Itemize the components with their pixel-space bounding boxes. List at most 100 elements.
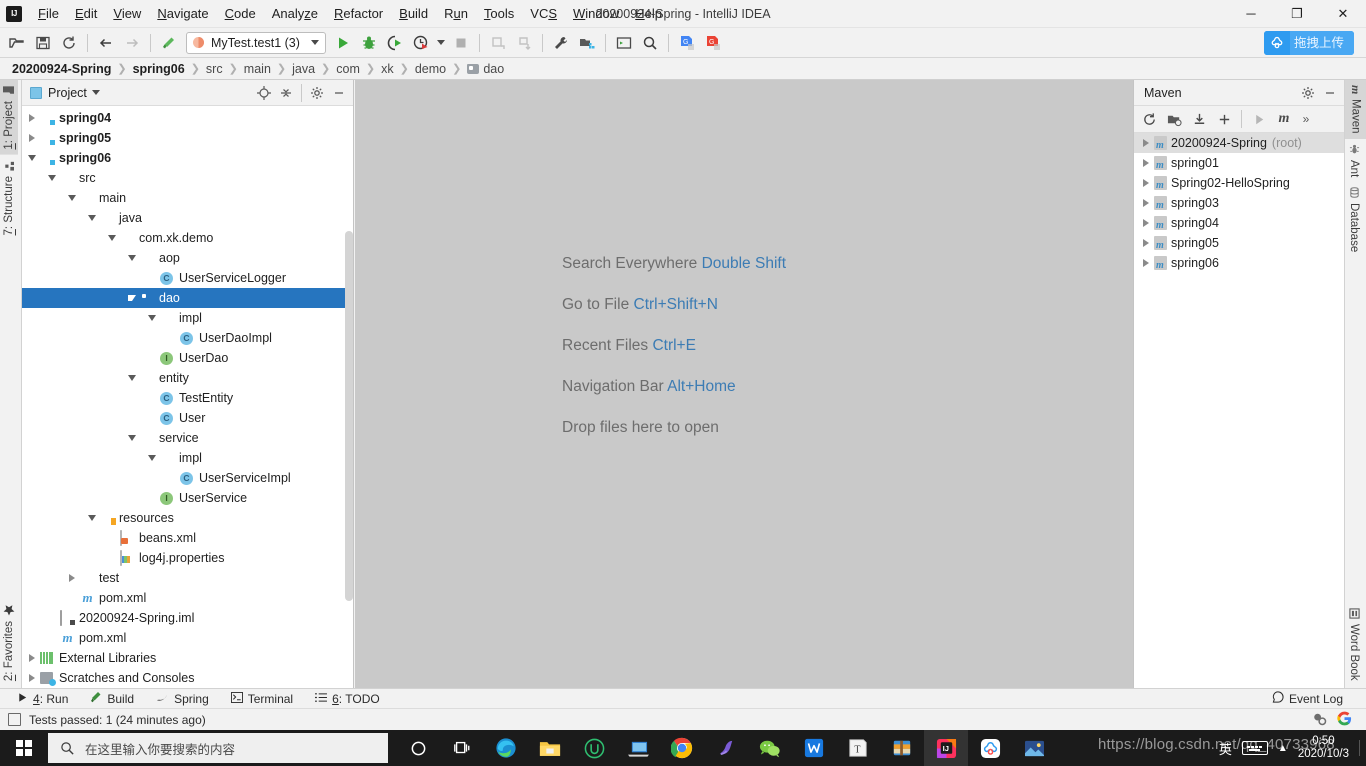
sidebar-item-database[interactable]: Database xyxy=(1345,182,1363,257)
typora-icon[interactable]: T xyxy=(836,730,880,766)
tree-row[interactable]: service xyxy=(22,428,353,448)
sidebar-item-ant[interactable]: Ant xyxy=(1345,139,1363,182)
baidu-netdisk-icon[interactable] xyxy=(968,730,1012,766)
collapse-arrow-icon[interactable] xyxy=(84,515,100,521)
menu-item-build[interactable]: Build xyxy=(391,2,436,26)
expand-arrow-icon[interactable] xyxy=(1138,179,1154,187)
build-hammer-icon[interactable] xyxy=(157,31,181,55)
tree-row[interactable]: C UserServiceImpl xyxy=(22,468,353,488)
collapse-arrow-icon[interactable] xyxy=(44,175,60,181)
update-project-icon[interactable] xyxy=(486,31,510,55)
wechat-icon[interactable] xyxy=(748,730,792,766)
bottom-tab-build[interactable]: Build xyxy=(79,689,145,709)
remote-desktop-icon[interactable] xyxy=(616,730,660,766)
run-configuration-selector[interactable]: MyTest.test1 (3) xyxy=(186,31,326,54)
tree-row[interactable]: entity xyxy=(22,368,353,388)
bottom-tab-terminal[interactable]: Terminal xyxy=(220,689,304,709)
gear-icon[interactable] xyxy=(307,83,327,103)
cortana-icon[interactable] xyxy=(396,730,440,766)
intellij-idea-icon[interactable]: IJ xyxy=(924,730,968,766)
back-arrow-icon[interactable] xyxy=(94,31,118,55)
utools-icon[interactable] xyxy=(572,730,616,766)
expand-arrow-icon[interactable] xyxy=(64,574,80,582)
hide-panel-icon[interactable] xyxy=(1320,83,1340,103)
file-explorer-icon[interactable] xyxy=(528,730,572,766)
collapse-arrow-icon[interactable] xyxy=(64,195,80,201)
collapse-arrow-icon[interactable] xyxy=(144,315,160,321)
sidebar-item-favorites[interactable]: 2: Favorites xyxy=(0,599,18,686)
menu-item-tools[interactable]: Tools xyxy=(476,2,522,26)
expand-arrow-icon[interactable] xyxy=(1138,259,1154,267)
tree-row[interactable]: I UserDao xyxy=(22,348,353,368)
run-with-coverage-icon[interactable] xyxy=(383,31,407,55)
collapse-arrow-icon[interactable] xyxy=(104,235,120,241)
menu-item-edit[interactable]: Edit xyxy=(67,2,105,26)
event-log-button[interactable]: Event Log xyxy=(1261,689,1354,709)
collapse-arrow-icon[interactable] xyxy=(124,375,140,381)
tree-row[interactable]: spring04 xyxy=(22,108,353,128)
maven-project-row[interactable]: spring04 xyxy=(1134,213,1344,233)
expand-arrow-icon[interactable] xyxy=(1138,199,1154,207)
menu-item-help[interactable]: Help xyxy=(627,2,670,26)
keyboard-icon[interactable] xyxy=(1241,741,1268,755)
tree-row[interactable]: m pom.xml xyxy=(22,628,353,648)
tree-row[interactable]: 20200924-Spring.iml xyxy=(22,608,353,628)
collapse-arrow-icon[interactable] xyxy=(124,295,140,301)
tree-row[interactable]: resources xyxy=(22,508,353,528)
expand-arrow-icon[interactable] xyxy=(1138,159,1154,167)
tree-row[interactable]: com.xk.demo xyxy=(22,228,353,248)
download-sources-icon[interactable] xyxy=(1188,109,1210,130)
breadcrumb-item-20200924-spring[interactable]: 20200924-Spring xyxy=(10,62,113,76)
expand-arrow-icon[interactable] xyxy=(1138,239,1154,247)
menu-item-run[interactable]: Run xyxy=(436,2,476,26)
winrar-icon[interactable] xyxy=(880,730,924,766)
collapse-arrow-icon[interactable] xyxy=(124,255,140,261)
collapse-all-icon[interactable] xyxy=(276,83,296,103)
wps-icon[interactable] xyxy=(792,730,836,766)
background-tasks-icon[interactable] xyxy=(1312,711,1327,729)
breadcrumb-item-main[interactable]: main xyxy=(242,62,273,76)
close-button[interactable]: ✕ xyxy=(1320,0,1366,28)
chrome-icon[interactable] xyxy=(660,730,704,766)
photos-icon[interactable] xyxy=(1012,730,1056,766)
google-icon[interactable] xyxy=(1337,711,1352,729)
menu-item-analyze[interactable]: Analyze xyxy=(264,2,326,26)
maven-project-row[interactable]: spring06 xyxy=(1134,253,1344,273)
translate-red-icon[interactable]: G xyxy=(701,31,725,55)
tree-row[interactable]: aop xyxy=(22,248,353,268)
breadcrumb-item-demo[interactable]: demo xyxy=(413,62,448,76)
tree-row[interactable]: C UserServiceLogger xyxy=(22,268,353,288)
project-structure-icon[interactable] xyxy=(575,31,599,55)
breadcrumb-item-src[interactable]: src xyxy=(204,62,225,76)
tree-row[interactable]: log4j.properties xyxy=(22,548,353,568)
tray-chevron-icon[interactable]: ▲ xyxy=(1278,743,1288,754)
navicat-icon[interactable] xyxy=(704,730,748,766)
expand-arrow-icon[interactable] xyxy=(24,674,40,682)
debug-icon[interactable] xyxy=(357,31,381,55)
sidebar-item-word-book[interactable]: Word Book xyxy=(1345,603,1363,686)
tree-row[interactable]: src xyxy=(22,168,353,188)
expand-arrow-icon[interactable] xyxy=(24,654,40,662)
tree-row[interactable]: beans.xml xyxy=(22,528,353,548)
breadcrumb-item-spring06[interactable]: spring06 xyxy=(131,62,187,76)
maven-project-row[interactable]: spring05 xyxy=(1134,233,1344,253)
sidebar-item-project[interactable]: 1: Project xyxy=(0,80,18,155)
drag-upload-button[interactable]: 拖拽上传 xyxy=(1263,30,1354,55)
menu-item-code[interactable]: Code xyxy=(217,2,264,26)
tree-row[interactable]: m pom.xml xyxy=(22,588,353,608)
collapse-arrow-icon[interactable] xyxy=(124,435,140,441)
sync-icon[interactable] xyxy=(57,31,81,55)
sidebar-item-structure[interactable]: 7: Structure xyxy=(0,155,18,240)
collapse-arrow-icon[interactable] xyxy=(84,215,100,221)
menu-item-vcs[interactable]: VCS xyxy=(522,2,565,26)
menu-item-refactor[interactable]: Refactor xyxy=(326,2,391,26)
run-maven-build-icon[interactable] xyxy=(1248,109,1270,130)
forward-arrow-icon[interactable] xyxy=(120,31,144,55)
settings-wrench-icon[interactable] xyxy=(549,31,573,55)
execute-goal-icon[interactable]: m xyxy=(1273,109,1295,130)
open-folder-icon[interactable] xyxy=(5,31,29,55)
start-button[interactable] xyxy=(0,730,48,766)
locate-target-icon[interactable] xyxy=(254,83,274,103)
breadcrumb-item-xk[interactable]: xk xyxy=(379,62,396,76)
save-icon[interactable] xyxy=(31,31,55,55)
